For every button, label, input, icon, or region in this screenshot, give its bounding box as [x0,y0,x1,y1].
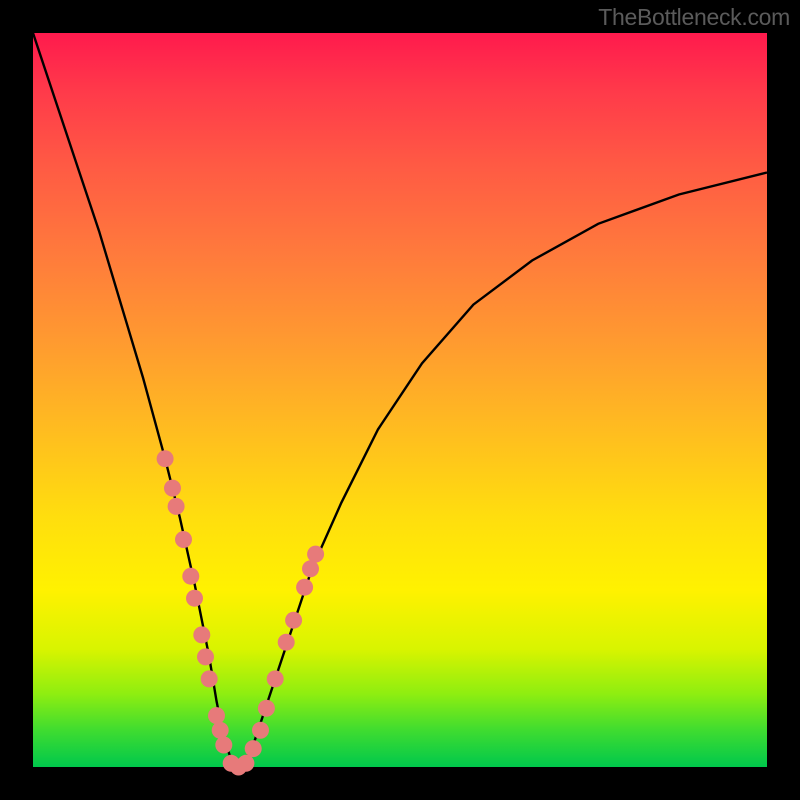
data-marker [164,480,181,497]
plot-area [33,33,767,767]
data-marker [302,560,319,577]
chart-frame: TheBottleneck.com [0,0,800,800]
data-marker [157,450,174,467]
data-marker [285,612,302,629]
data-marker [278,634,295,651]
data-marker [208,707,225,724]
data-marker [267,670,284,687]
watermark-text: TheBottleneck.com [598,4,790,31]
data-marker [175,531,192,548]
data-marker [245,740,262,757]
curve-layer [33,33,767,767]
data-marker [258,700,275,717]
data-marker [307,546,324,563]
data-marker [186,590,203,607]
data-marker [193,626,210,643]
bottleneck-curve [33,33,767,767]
data-marker [201,670,218,687]
data-marker [215,737,232,754]
data-marker [237,755,254,772]
data-marker [296,579,313,596]
data-marker [252,722,269,739]
data-marker [168,498,185,515]
marker-group [157,450,325,775]
data-marker [212,722,229,739]
data-marker [182,568,199,585]
data-marker [197,648,214,665]
